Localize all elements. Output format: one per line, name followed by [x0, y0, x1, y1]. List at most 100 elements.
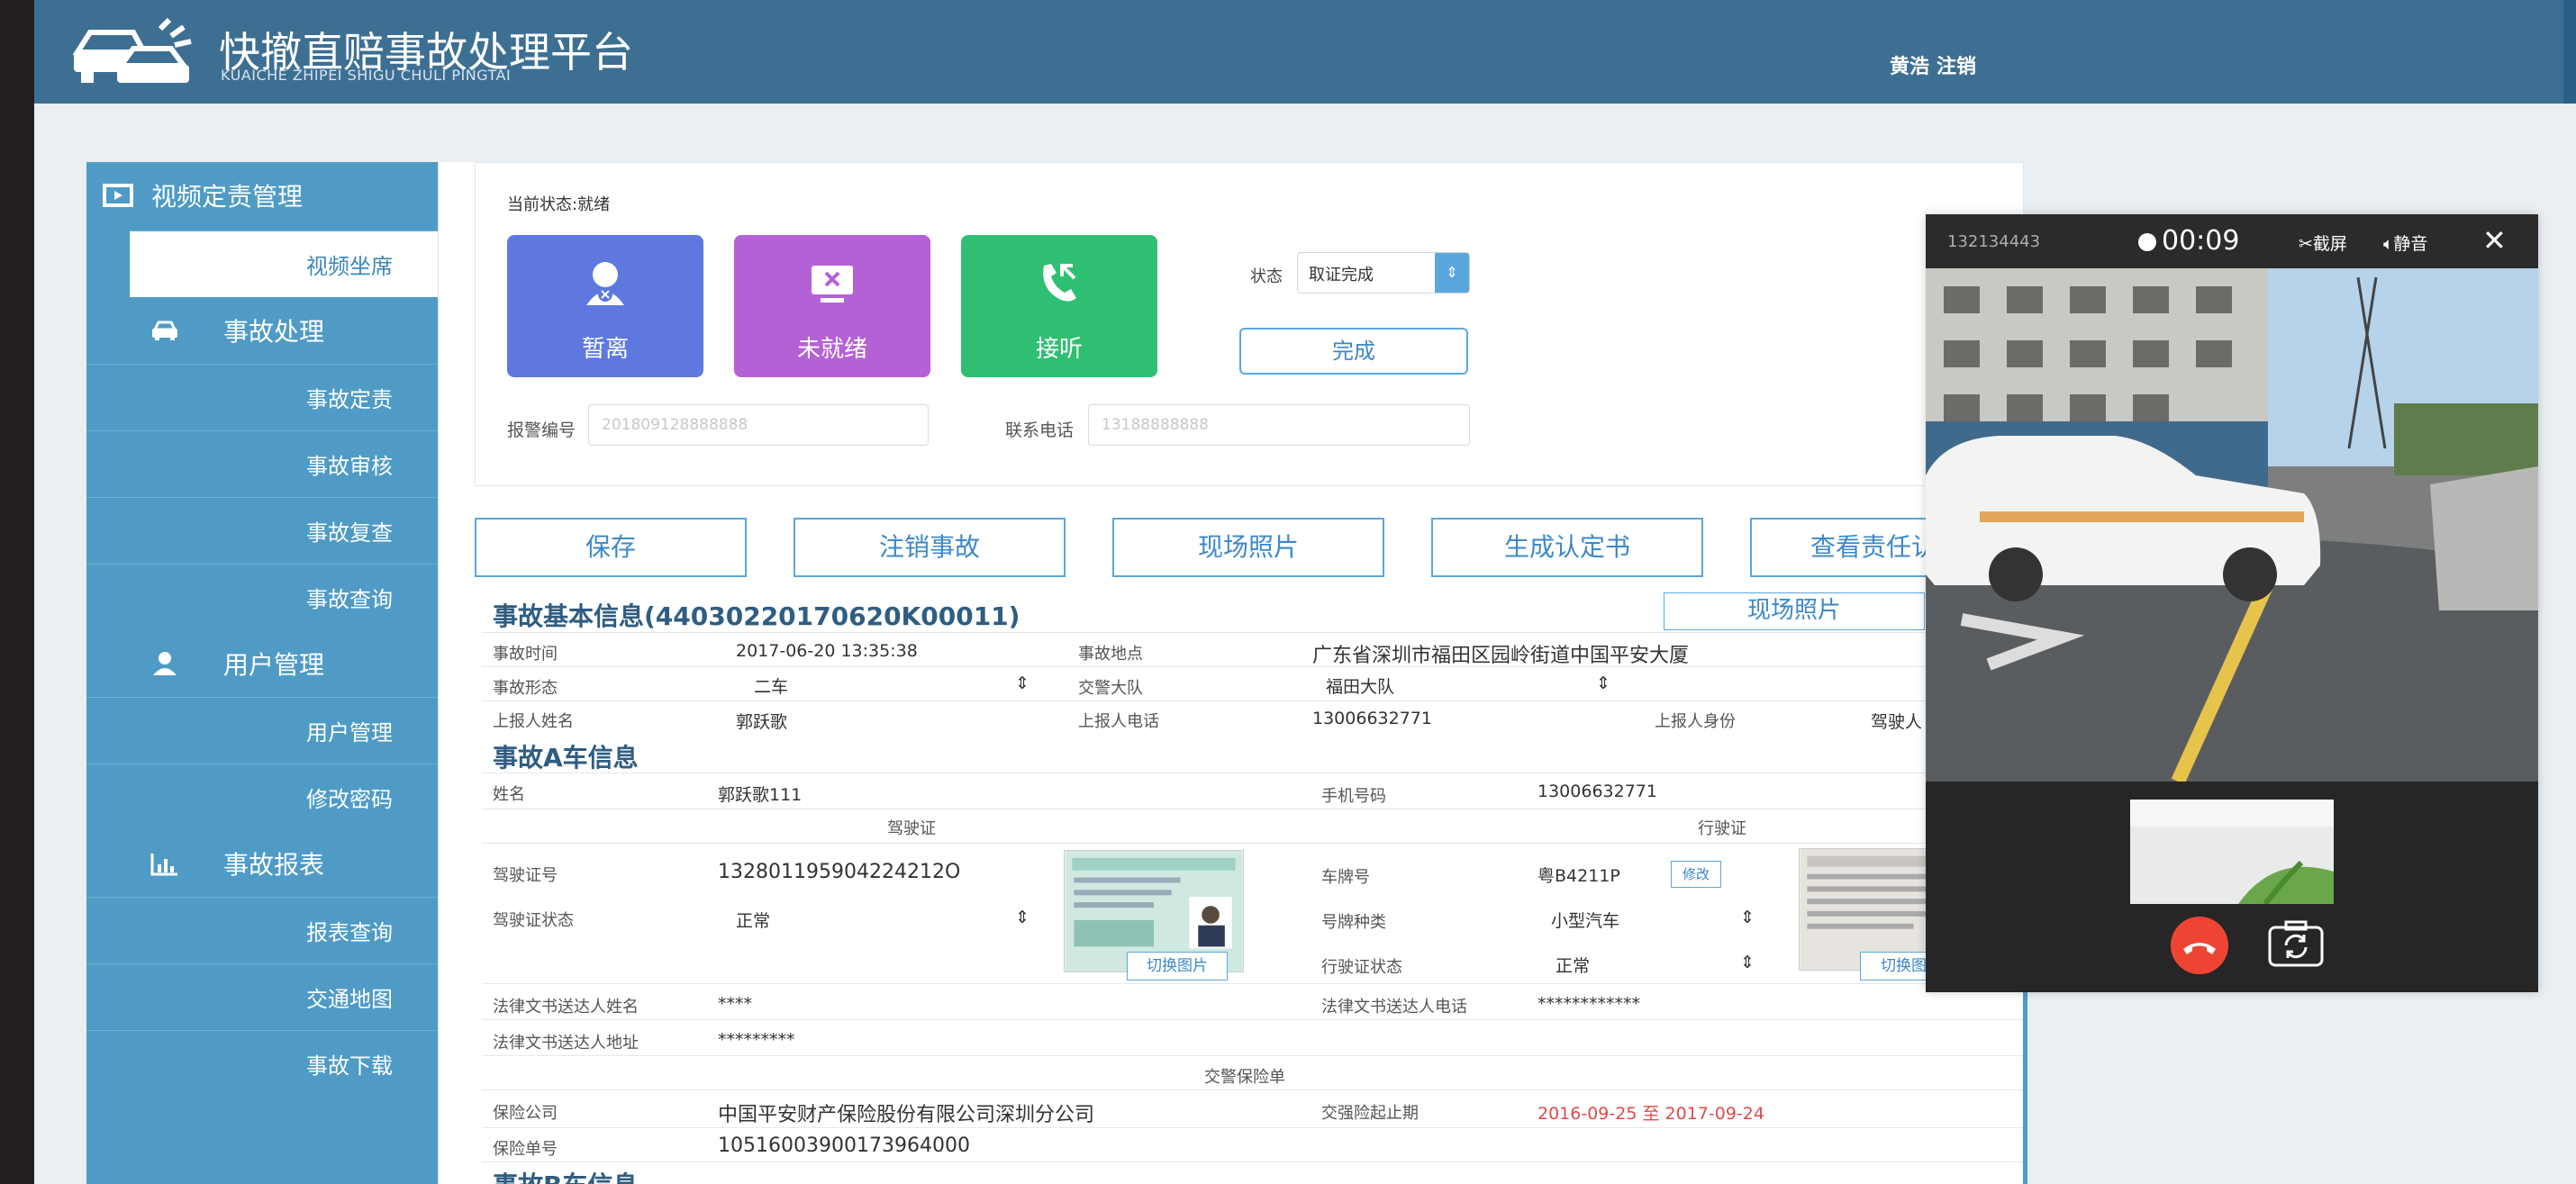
- sidebar-item-user-management[interactable]: 用户管理: [86, 697, 447, 764]
- legal-phone-label: 法律文书送达人电话: [1321, 998, 1467, 1017]
- legal-address-label: 法律文书送达人地址: [493, 1034, 639, 1053]
- video-toolbar: 132134443 00:09 ✂截屏 🔈︎静音 ✕: [1926, 214, 2538, 268]
- sidebar-item-accident-query[interactable]: 事故查询: [86, 564, 447, 630]
- generate-certificate-button[interactable]: 生成认定书: [1431, 518, 1703, 577]
- phone-input[interactable]: 13188888888: [1088, 404, 1470, 446]
- hangup-button[interactable]: [2171, 917, 2228, 974]
- divider: [482, 843, 2024, 844]
- sidebar-item-accident-liability[interactable]: 事故定责: [86, 364, 447, 430]
- close-icon[interactable]: ✕: [2482, 223, 2507, 258]
- divider: [482, 1161, 2024, 1162]
- sidebar-item-accident-recheck[interactable]: 事故复查: [86, 497, 447, 564]
- sidebar-group-accident[interactable]: 事故处理: [86, 297, 447, 364]
- main-content: 当前状态:就绪 暂离 未就绪 接听 状态 取证完成 ⇕ 完成 报警编号 2018…: [438, 162, 2024, 1184]
- mute-label: 静音: [2393, 234, 2428, 254]
- plate-value: 粤B4211P: [1537, 866, 1620, 886]
- answer-button[interactable]: 接听: [961, 235, 1157, 377]
- sidebar-group-report[interactable]: 事故报表: [86, 830, 447, 897]
- sidebar-item-report-query[interactable]: 报表查询: [86, 897, 447, 963]
- cancel-accident-button[interactable]: 注销事故: [794, 518, 1066, 577]
- basic-info-title: 事故基本信息(44030220170620K00011): [493, 601, 1020, 631]
- monitor-icon: [103, 184, 133, 207]
- header-edge: [2563, 0, 2576, 104]
- save-button[interactable]: 保存: [475, 518, 747, 577]
- user-area: 黄浩 注销: [1890, 50, 1983, 79]
- report-no-input[interactable]: 201809128888888: [588, 404, 929, 446]
- legal-phone-value: ************: [1537, 994, 1640, 1014]
- sidebar-group-label: 视频定责管理: [151, 182, 304, 212]
- select-arrows-icon: ⇕: [1015, 908, 1029, 927]
- state-select-value: 取证完成: [1309, 266, 1374, 285]
- form-select[interactable]: 二车 ⇕: [754, 673, 1029, 698]
- select-arrows-icon: ⇕: [1740, 953, 1755, 972]
- vehicle-status-value: 正常: [1556, 956, 1591, 976]
- screenshot-button[interactable]: ✂截屏: [2299, 230, 2347, 255]
- license-status-select[interactable]: 正常 ⇕: [736, 908, 1029, 932]
- license-status-value: 正常: [736, 911, 771, 931]
- sidebar-item-traffic-map[interactable]: 交通地图: [86, 963, 447, 1030]
- select-arrows-icon: ⇕: [1435, 253, 1469, 293]
- logout-link[interactable]: 注销: [1937, 56, 1976, 78]
- self-video-preview: [2130, 800, 2334, 904]
- license-no-label: 驾驶证号: [493, 866, 558, 885]
- license-no-value: 132801195904224212O: [718, 861, 961, 883]
- legal-name-value: ****: [718, 994, 752, 1014]
- vehicle-status-select[interactable]: 正常 ⇕: [1556, 953, 1755, 977]
- place-value: 广东省深圳市福田区园岭街道中国平安大厦: [1312, 645, 1690, 667]
- report-no-label: 报警编号: [507, 420, 576, 440]
- user-icon: [153, 652, 177, 675]
- reporter-value: 郭跃歌: [736, 712, 788, 732]
- mute-button[interactable]: 🔈︎静音: [2383, 230, 2427, 255]
- current-status-text: 当前状态:就绪: [507, 195, 611, 214]
- scene-photos-button[interactable]: 现场照片: [1112, 518, 1384, 577]
- answer-label: 接听: [1035, 336, 1083, 363]
- period-to: 至: [1642, 1104, 1660, 1124]
- divider: [482, 1127, 2024, 1128]
- insurer-label: 保险公司: [493, 1104, 558, 1123]
- vehicle-status-label: 行驶证状态: [1321, 958, 1402, 977]
- phone-incoming-icon: [1043, 264, 1076, 302]
- switch-camera-button[interactable]: [2266, 915, 2326, 974]
- record-dot-icon: [2138, 232, 2156, 251]
- away-button[interactable]: 暂离: [507, 235, 703, 377]
- video-call-window: 132134443 00:09 ✂截屏 🔈︎静音 ✕: [1926, 214, 2538, 992]
- period-start: 2016-09-25: [1537, 1104, 1637, 1124]
- sidebar-group-video[interactable]: 视频定责管理: [86, 162, 447, 229]
- agent-away-icon: [586, 262, 624, 305]
- plate-label: 车牌号: [1321, 868, 1370, 887]
- form-label: 事故形态: [493, 679, 558, 698]
- name-label: 姓名: [493, 785, 525, 804]
- plate-type-label: 号牌种类: [1321, 913, 1386, 932]
- divider: [482, 666, 2024, 667]
- car-logo-icon: [72, 17, 192, 83]
- insurer-value: 中国平安财产保险股份有限公司深圳分公司: [718, 1104, 1095, 1126]
- edit-plate-button[interactable]: 修改: [1671, 861, 1721, 888]
- away-label: 暂离: [581, 336, 629, 363]
- sidebar-item-accident-review[interactable]: 事故审核: [86, 430, 447, 497]
- sidebar-item-change-password[interactable]: 修改密码: [86, 764, 447, 830]
- sidebar-group-label: 事故报表: [223, 850, 325, 880]
- state-label: 状态: [1250, 267, 1283, 286]
- period-label: 交强险起止期: [1321, 1104, 1419, 1123]
- policy-label: 保险单号: [493, 1140, 558, 1159]
- plate-type-select[interactable]: 小型汽车 ⇕: [1551, 908, 1755, 932]
- scene-photos-link[interactable]: 现场照片: [1664, 592, 1925, 630]
- sidebar-item-video-seat[interactable]: 视频坐席: [130, 230, 447, 297]
- scissors-icon: ✂: [2299, 234, 2313, 254]
- legal-address-value: *********: [718, 1030, 795, 1050]
- app-window: 快撤直赔事故处理平台 KUAICHE ZHIPEI SHIGU CHULI PI…: [34, 0, 2576, 1184]
- switch-license-image-button[interactable]: 切换图片: [1127, 952, 1228, 981]
- license-header: 驾驶证: [887, 819, 936, 838]
- sidebar-group-user[interactable]: 用户管理: [86, 630, 447, 697]
- not-ready-button[interactable]: 未就绪: [734, 235, 930, 377]
- reporter-id-value: 驾驶人: [1871, 712, 1923, 732]
- complete-button[interactable]: 完成: [1239, 328, 1468, 375]
- user-name: 黄浩: [1890, 56, 1930, 78]
- police-select[interactable]: 福田大队 ⇕: [1326, 673, 1610, 698]
- screenshot-label: 截屏: [2312, 234, 2347, 254]
- status-panel: 当前状态:就绪 暂离 未就绪 接听 状态 取证完成 ⇕ 完成 报警编号 2018…: [475, 162, 2024, 486]
- sidebar-item-accident-download[interactable]: 事故下载: [86, 1030, 447, 1097]
- screen-x-icon: [812, 266, 853, 303]
- select-arrows-icon: ⇕: [1596, 673, 1610, 693]
- state-select[interactable]: 取证完成 ⇕: [1297, 252, 1470, 294]
